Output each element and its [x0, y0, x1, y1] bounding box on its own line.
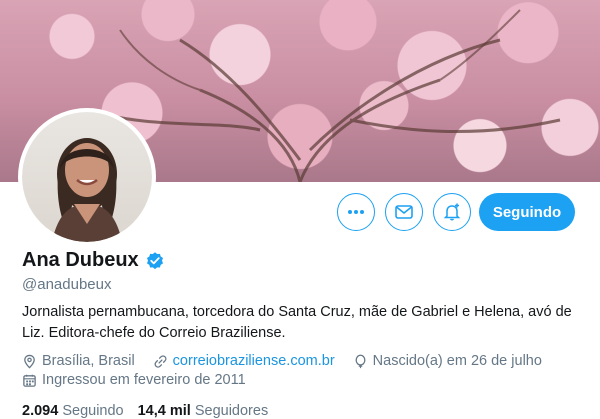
location-pin-icon	[24, 354, 35, 368]
balloon-icon	[355, 354, 366, 368]
calendar-icon	[23, 374, 36, 387]
following-stat[interactable]: 2.094 Seguindo	[22, 403, 124, 419]
profile-bio: Jornalista pernambucana, torcedora do Sa…	[22, 304, 572, 341]
avatar[interactable]	[18, 108, 156, 246]
joined-row: Ingressou em fevereiro de 2011	[22, 372, 246, 388]
profile-name-row: Ana Dubeux	[22, 249, 165, 272]
more-button[interactable]	[337, 193, 375, 231]
following-count: 2.094	[22, 403, 59, 419]
profile-stats: 2.094 Seguindo 14,4 mil Seguidores	[22, 403, 268, 419]
avatar-photo	[22, 112, 152, 242]
website-item[interactable]: correiobraziliense.com.br	[153, 353, 335, 369]
notifications-button[interactable]	[433, 193, 471, 231]
following-label: Seguindo	[62, 403, 124, 419]
birthday-item: Nascido(a) em 26 de julho	[353, 353, 542, 369]
verified-badge-icon	[146, 251, 163, 269]
profile-handle: @anadubeux	[22, 276, 112, 293]
link-icon	[154, 354, 167, 368]
location-text: Brasília, Brasil	[42, 353, 135, 369]
website-link[interactable]: correiobraziliense.com.br	[173, 353, 335, 369]
profile-name: Ana Dubeux	[22, 249, 139, 271]
bell-plus-icon	[443, 203, 461, 221]
more-icon	[348, 210, 364, 214]
following-button[interactable]: Seguindo	[479, 193, 575, 231]
followers-count: 14,4 mil	[137, 403, 191, 419]
followers-stat[interactable]: 14,4 mil Seguidores	[138, 403, 269, 419]
joined-text: Ingressou em fevereiro de 2011	[42, 372, 246, 388]
birthday-text: Nascido(a) em 26 de julho	[372, 353, 542, 369]
location-item: Brasília, Brasil	[22, 353, 135, 369]
message-button[interactable]	[385, 193, 423, 231]
followers-label: Seguidores	[194, 403, 269, 419]
envelope-icon	[395, 205, 413, 219]
profile-meta: Brasília, Brasil correiobraziliense.com.…	[22, 353, 542, 369]
joined-item: Ingressou em fevereiro de 2011	[22, 372, 246, 388]
